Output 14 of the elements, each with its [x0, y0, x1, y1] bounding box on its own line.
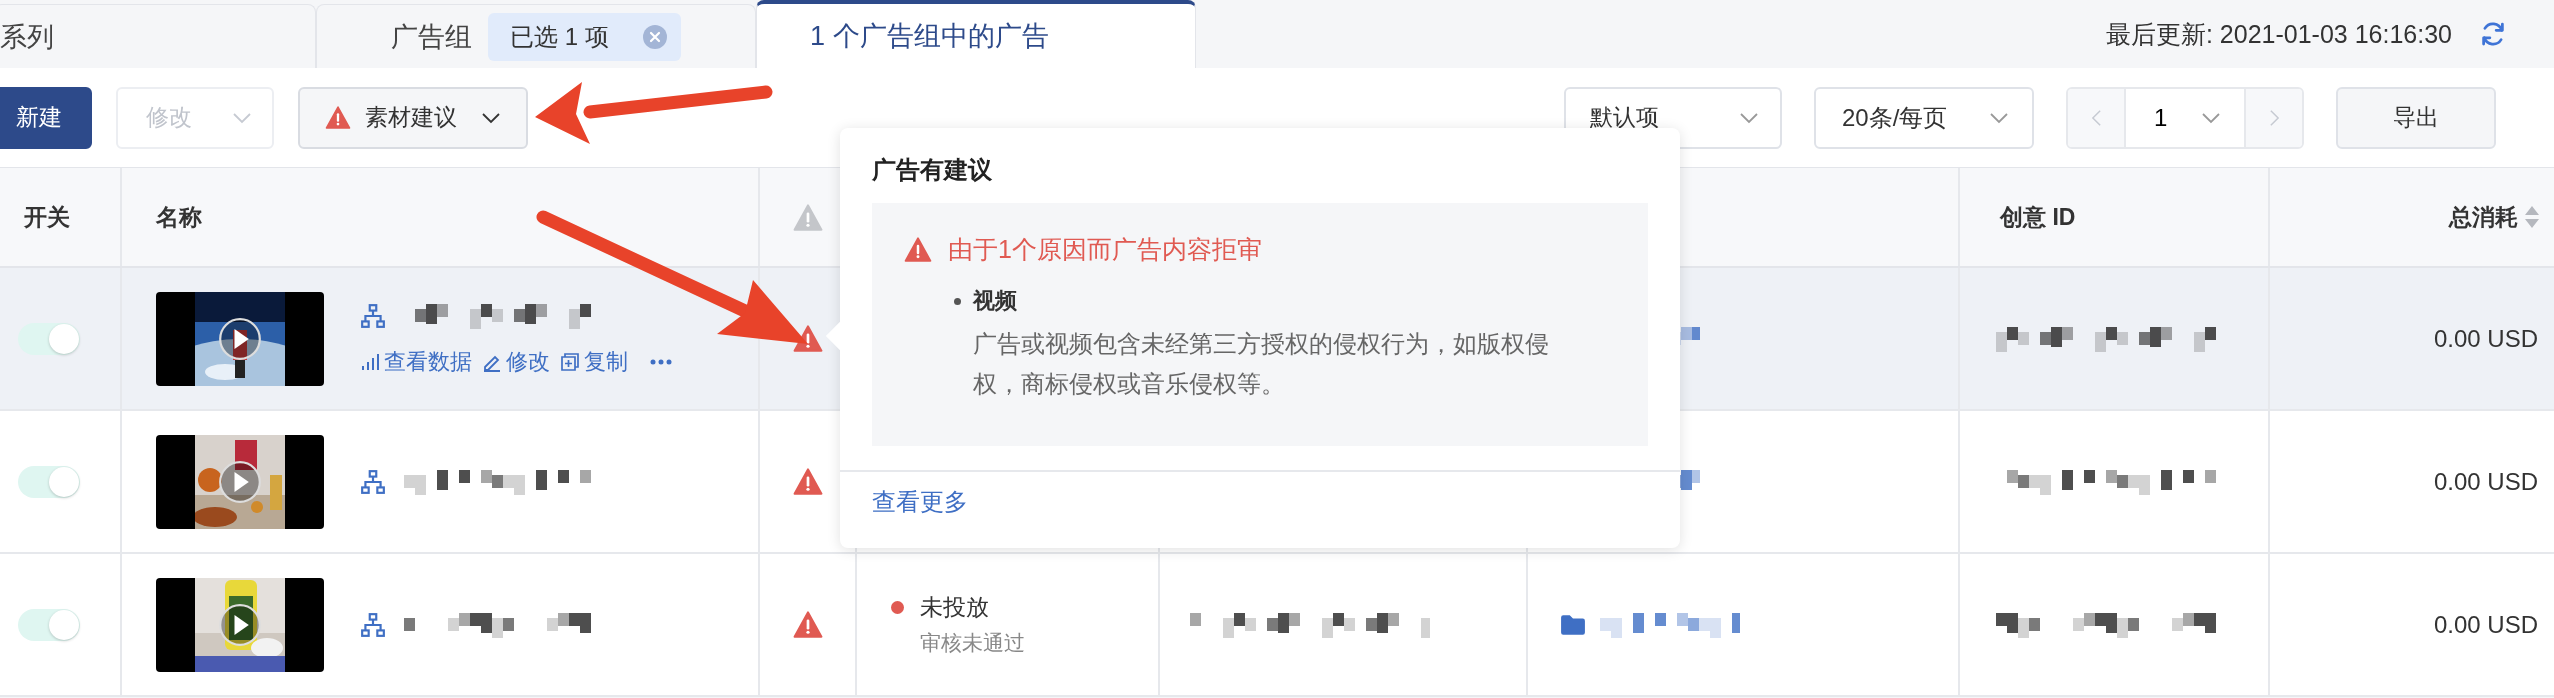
rejection-reason: 由于1个原因而广告内容拒审 [948, 234, 1262, 265]
spend-value: 0.00 USD [2433, 610, 2538, 639]
column-header: 开关 [24, 202, 70, 232]
status-text: 未投放 [920, 593, 989, 622]
last-updated-text: 最后更新: 2021-01-03 16:16:30 [2105, 18, 2452, 50]
popover-title: 广告有建议 [871, 155, 993, 185]
spend-value: 0.00 USD [2433, 467, 2538, 496]
column-header: 名称 [156, 202, 202, 232]
status-detail: 审核未通过 [919, 630, 1025, 656]
column-header: 创意 ID [2000, 202, 2076, 232]
reason-description: 广告或视频包含未经第三方授权的侵权行为，如版权侵权，商标侵权或音乐侵权等。 [972, 330, 1550, 399]
reason-category: 视频 [973, 287, 1017, 315]
column-header: 总消耗 [2449, 202, 2518, 232]
spend-value: 0.00 USD [2433, 324, 2538, 353]
